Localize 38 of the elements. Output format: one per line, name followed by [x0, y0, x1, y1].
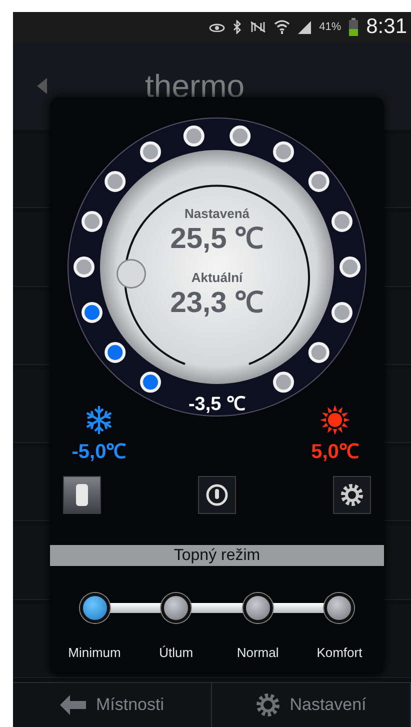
dial-knob[interactable]: [116, 259, 146, 288]
mode-knob[interactable]: [80, 593, 110, 623]
mode-label[interactable]: Komfort: [316, 645, 362, 660]
cylinder-icon: [75, 483, 89, 507]
min-limit: -5,0℃: [72, 440, 126, 464]
mode-title-bar: Topný režim: [50, 545, 384, 566]
battery-icon: [349, 18, 358, 36]
mode-knob[interactable]: [161, 593, 192, 623]
mode-knob[interactable]: [242, 593, 273, 623]
setpoint-label: Nastavená: [184, 206, 250, 221]
power-icon: [205, 483, 229, 507]
mode-label[interactable]: Normal: [236, 645, 279, 660]
snowflake-icon: [84, 405, 114, 435]
eye-icon: [209, 22, 226, 32]
settings-icon: [340, 483, 364, 507]
setpoint-value: 25,5 ℃: [170, 223, 264, 255]
power-button[interactable]: [198, 476, 236, 514]
mode-knob[interactable]: [324, 593, 354, 623]
actual-value: 23,3 ℃: [170, 287, 264, 319]
signal-icon: [298, 20, 312, 34]
sun-icon: [320, 405, 350, 435]
bluetooth-icon: [233, 20, 242, 34]
wifi-icon: [274, 20, 290, 34]
back-icon[interactable]: [37, 78, 47, 94]
nav-button[interactable]: Nastavení: [212, 683, 411, 727]
max-limit: 5,0℃: [311, 440, 359, 464]
battery-percent: 41%: [319, 21, 342, 33]
clock: 8:31: [366, 15, 407, 39]
mode-label[interactable]: Útlum: [159, 645, 194, 660]
nav-button[interactable]: Místnosti: [13, 683, 212, 727]
device-button[interactable]: [63, 476, 101, 514]
actual-label: Aktuální: [191, 270, 243, 285]
back-arrow-icon: [60, 695, 86, 715]
settings-icon: [256, 693, 280, 717]
settings-button[interactable]: [333, 476, 371, 514]
mode-label[interactable]: Minimum: [68, 645, 121, 660]
offset-value: -3,5 ℃: [188, 394, 246, 415]
screen-title: thermo: [145, 68, 245, 104]
